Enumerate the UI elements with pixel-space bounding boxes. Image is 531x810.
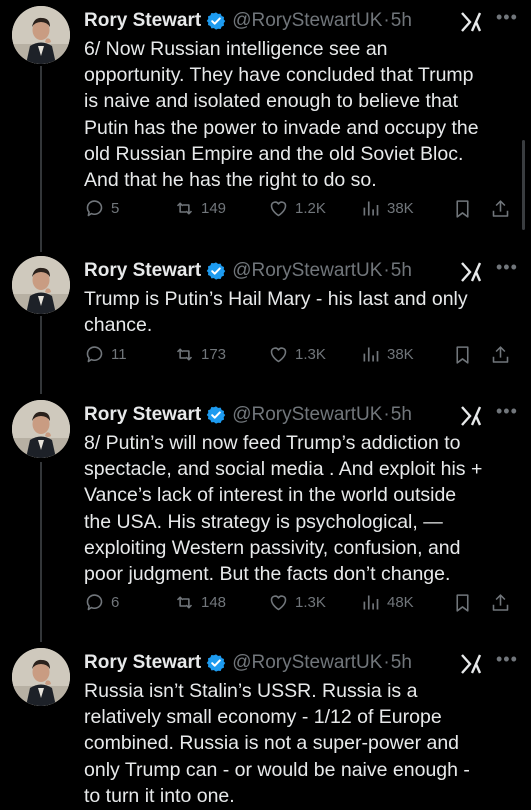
bookmark-icon[interactable]	[452, 592, 473, 614]
views-count: 38K	[387, 346, 414, 363]
like-button[interactable]: 1.3K	[268, 344, 326, 365]
reply-button[interactable]: 5	[84, 198, 119, 219]
bookmark-icon[interactable]	[452, 344, 473, 366]
share-icon[interactable]	[490, 344, 511, 366]
author-name[interactable]: Rory Stewart	[84, 10, 201, 32]
thread-line	[40, 316, 42, 394]
heart-icon	[270, 201, 287, 217]
repost-icon	[176, 348, 193, 361]
like-count: 1.3K	[295, 594, 326, 611]
avatar[interactable]	[12, 400, 70, 458]
thread-line	[40, 462, 42, 642]
author-handle[interactable]: @RoryStewartUK	[232, 10, 382, 32]
author-handle[interactable]: @RoryStewartUK	[232, 260, 382, 282]
repost-count: 173	[201, 346, 227, 363]
author-name[interactable]: Rory Stewart	[84, 652, 201, 674]
author-name[interactable]: Rory Stewart	[84, 260, 201, 282]
views-icon	[363, 201, 379, 216]
views-count: 38K	[387, 200, 414, 217]
reply-button[interactable]: 11	[84, 344, 127, 365]
separator-dot: ·	[383, 260, 390, 281]
more-options-icon[interactable]: •••	[496, 7, 518, 28]
tweet-actions: 5 149 1.2K 38K	[84, 198, 514, 222]
grok-icon[interactable]	[459, 405, 483, 427]
reply-count: 5	[111, 200, 120, 217]
grok-icon[interactable]	[459, 653, 483, 675]
verified-icon	[206, 12, 226, 30]
like-count: 1.3K	[295, 346, 326, 363]
tweet-header: Rory Stewart @RoryStewartUK · 5h	[84, 402, 412, 428]
views-button[interactable]: 38K	[360, 344, 414, 365]
more-options-icon[interactable]: •••	[496, 649, 518, 670]
tweet-text: Trump is Putin’s Hail Mary - his last an…	[84, 288, 468, 337]
tweet-text: 6/ Now Russian intelligence see an oppor…	[84, 38, 479, 192]
timestamp[interactable]: 5h	[391, 10, 412, 32]
heart-icon	[270, 347, 287, 363]
grok-icon[interactable]	[459, 11, 483, 33]
repost-count: 148	[201, 594, 227, 611]
timestamp[interactable]: 5h	[391, 404, 412, 426]
more-options-icon[interactable]: •••	[496, 257, 518, 278]
views-button[interactable]: 48K	[360, 592, 414, 613]
tweet-text: 8/ Putin’s will now feed Trump’s addicti…	[84, 432, 483, 586]
views-count: 48K	[387, 594, 414, 611]
repost-icon	[176, 596, 193, 609]
like-button[interactable]: 1.3K	[268, 592, 326, 613]
reply-icon	[86, 346, 103, 363]
like-button[interactable]: 1.2K	[268, 198, 326, 219]
heart-icon	[270, 595, 287, 611]
avatar[interactable]	[12, 6, 70, 64]
separator-dot: ·	[383, 10, 390, 31]
timestamp[interactable]: 5h	[391, 260, 412, 282]
separator-dot: ·	[383, 652, 390, 673]
author-handle[interactable]: @RoryStewartUK	[232, 652, 382, 674]
tweet-header: Rory Stewart @RoryStewartUK · 5h	[84, 650, 412, 676]
tweet-header: Rory Stewart @RoryStewartUK · 5h	[84, 258, 412, 284]
views-icon	[363, 347, 379, 362]
separator-dot: ·	[383, 404, 390, 425]
tweet-actions: 6 148 1.3K 48K	[84, 592, 514, 616]
reply-icon	[86, 200, 103, 217]
reply-count: 6	[111, 594, 120, 611]
repost-button[interactable]: 149	[174, 198, 226, 219]
verified-icon	[206, 654, 226, 672]
reply-icon	[86, 594, 103, 611]
share-icon[interactable]	[490, 592, 511, 614]
author-name[interactable]: Rory Stewart	[84, 404, 201, 426]
like-count: 1.2K	[295, 200, 326, 217]
repost-button[interactable]: 173	[174, 344, 226, 365]
repost-button[interactable]: 148	[174, 592, 226, 613]
tweet-text: Russia isn’t Stalin’s USSR. Russia is a …	[84, 680, 470, 807]
tweet-header: Rory Stewart @RoryStewartUK · 5h	[84, 8, 412, 34]
more-options-icon[interactable]: •••	[496, 401, 518, 422]
tweet-actions: 11 173 1.3K 38K	[84, 344, 514, 368]
verified-icon	[206, 406, 226, 424]
thread-line	[40, 66, 42, 252]
repost-icon	[176, 202, 193, 215]
bookmark-icon[interactable]	[452, 198, 473, 220]
avatar[interactable]	[12, 648, 70, 706]
views-button[interactable]: 38K	[360, 198, 414, 219]
grok-icon[interactable]	[459, 261, 483, 283]
timestamp[interactable]: 5h	[391, 652, 412, 674]
share-icon[interactable]	[490, 198, 511, 220]
reply-count: 11	[111, 346, 127, 363]
verified-icon	[206, 262, 226, 280]
avatar[interactable]	[12, 256, 70, 314]
author-handle[interactable]: @RoryStewartUK	[232, 404, 382, 426]
repost-count: 149	[201, 200, 227, 217]
views-icon	[363, 595, 379, 610]
reply-button[interactable]: 6	[84, 592, 119, 613]
